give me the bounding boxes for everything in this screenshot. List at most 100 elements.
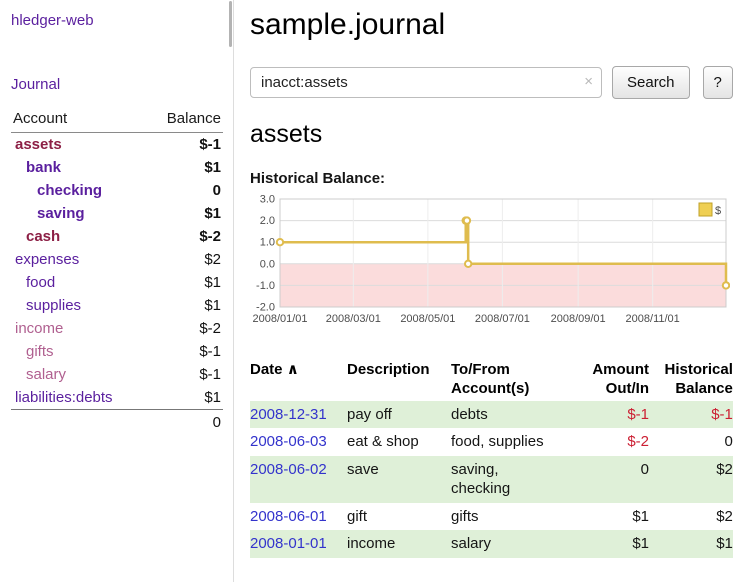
- register-table: Date ∧ Description To/From Account(s) Am…: [250, 359, 733, 558]
- search-field-wrapper: ×: [250, 67, 602, 98]
- account-link[interactable]: saving: [37, 205, 85, 222]
- register-amount-cell: $1: [563, 503, 649, 531]
- clear-search-icon[interactable]: ×: [584, 74, 593, 89]
- accounts-header-account: Account: [11, 108, 147, 133]
- search-form: × Search ?: [250, 66, 733, 99]
- account-name-cell: bank: [11, 156, 147, 179]
- account-link[interactable]: checking: [37, 182, 102, 199]
- account-row: cash $-2: [11, 225, 223, 248]
- register-date-cell: 2008-12-31: [250, 401, 347, 429]
- date-header-label: Date: [250, 361, 283, 378]
- account-balance: 0: [147, 179, 223, 202]
- accounts-table: Account Balance assets$-1bank$1checking0…: [11, 108, 223, 434]
- account-link[interactable]: food: [26, 274, 55, 291]
- account-balance: $-1: [147, 363, 223, 386]
- account-name-cell: salary: [11, 363, 147, 386]
- register-description-cell: gift: [347, 503, 451, 531]
- accounts-total-balance: 0: [147, 410, 223, 435]
- register-description-cell: income: [347, 530, 451, 558]
- search-button[interactable]: Search: [612, 66, 690, 99]
- account-row: checking 0: [11, 179, 223, 202]
- svg-text:0.0: 0.0: [260, 258, 275, 270]
- historical-balance-chart[interactable]: 3.02.01.00.0-1.0-2.02008/01/012008/03/01…: [250, 193, 733, 345]
- hledger-web-app: hledger-web Journal Account Balance asse…: [0, 0, 742, 582]
- account-name-cell: assets: [11, 133, 147, 157]
- account-link[interactable]: liabilities:debts: [15, 389, 113, 406]
- svg-text:2.0: 2.0: [260, 215, 275, 227]
- register-row[interactable]: 2008-01-01incomesalary$1$1: [250, 530, 733, 558]
- account-balance: $1: [147, 386, 223, 410]
- svg-text:2008/05/01: 2008/05/01: [400, 313, 455, 325]
- svg-text:-2.0: -2.0: [256, 302, 275, 314]
- register-description-cell: eat & shop: [347, 428, 451, 456]
- date-link[interactable]: 2008-06-02: [250, 461, 327, 478]
- accounts-total-row: 0: [11, 410, 223, 435]
- account-balance: $1: [147, 156, 223, 179]
- account-balance: $-2: [147, 225, 223, 248]
- main-content: sample.journal × Search ? assets Histori…: [234, 0, 742, 582]
- register-row[interactable]: 2008-06-02savesaving, checking0$2: [250, 456, 733, 503]
- sort-ascending-icon: ∧: [287, 361, 299, 378]
- register-row[interactable]: 2008-06-01giftgifts$1$2: [250, 503, 733, 531]
- register-header-date[interactable]: Date ∧: [250, 359, 347, 401]
- date-link[interactable]: 2008-06-01: [250, 508, 327, 525]
- svg-text:2008/11/01: 2008/11/01: [626, 313, 680, 325]
- app-title-link[interactable]: hledger-web: [11, 12, 223, 29]
- date-link[interactable]: 2008-01-01: [250, 535, 327, 552]
- chart-title: Historical Balance:: [250, 170, 733, 187]
- date-link[interactable]: 2008-12-31: [250, 406, 327, 423]
- chart-canvas[interactable]: 3.02.01.00.0-1.0-2.02008/01/012008/03/01…: [250, 193, 730, 341]
- account-link[interactable]: salary: [26, 366, 66, 383]
- register-header-amount: Amount Out/In: [563, 359, 649, 401]
- amount-header-line2: Out/In: [563, 380, 649, 399]
- register-row[interactable]: 2008-06-03eat & shopfood, supplies$-20: [250, 428, 733, 456]
- account-link[interactable]: assets: [15, 136, 62, 153]
- sidebar-scrollbar-thumb[interactable]: [229, 1, 232, 47]
- register-date-cell: 2008-06-02: [250, 456, 347, 503]
- account-name-cell: checking: [11, 179, 147, 202]
- register-accounts-cell: salary: [451, 530, 563, 558]
- account-row: assets$-1: [11, 133, 223, 157]
- account-link[interactable]: supplies: [26, 297, 81, 314]
- balance-header-line1: Historical: [649, 361, 733, 380]
- account-row: saving $1: [11, 202, 223, 225]
- account-name-cell: food: [11, 271, 147, 294]
- svg-text:1.0: 1.0: [260, 237, 275, 249]
- account-balance: $1: [147, 271, 223, 294]
- register-row[interactable]: 2008-12-31pay offdebts$-1$-1: [250, 401, 733, 429]
- page-title: sample.journal: [250, 8, 733, 42]
- search-input[interactable]: [250, 67, 602, 98]
- account-header-line1: To/From: [451, 361, 555, 380]
- register-balance-cell: 0: [649, 428, 733, 456]
- account-link[interactable]: expenses: [15, 251, 79, 268]
- account-balance: $2: [147, 248, 223, 271]
- register-header-row: Date ∧ Description To/From Account(s) Am…: [250, 359, 733, 401]
- account-balance: $1: [147, 202, 223, 225]
- account-link[interactable]: gifts: [26, 343, 54, 360]
- balance-header-line2: Balance: [649, 380, 733, 399]
- svg-text:2008/01/01: 2008/01/01: [252, 313, 307, 325]
- accounts-header-balance: Balance: [147, 108, 223, 133]
- date-link[interactable]: 2008-06-03: [250, 433, 327, 450]
- account-link[interactable]: bank: [26, 159, 61, 176]
- svg-text:-1.0: -1.0: [256, 280, 275, 292]
- sidebar: hledger-web Journal Account Balance asse…: [0, 0, 234, 582]
- accounts-header-row: Account Balance: [11, 108, 223, 133]
- account-balance: $-1: [147, 340, 223, 363]
- account-row: gifts $-1: [11, 340, 223, 363]
- account-name-cell: gifts: [11, 340, 147, 363]
- register-header-account: To/From Account(s): [451, 359, 563, 401]
- account-row: bank $1: [11, 156, 223, 179]
- journal-link[interactable]: Journal: [11, 76, 223, 93]
- svg-text:2008/09/01: 2008/09/01: [551, 313, 606, 325]
- account-row: expenses $2: [11, 248, 223, 271]
- svg-text:2008/03/01: 2008/03/01: [326, 313, 381, 325]
- help-button[interactable]: ?: [703, 66, 733, 99]
- register-amount-cell: $-2: [563, 428, 649, 456]
- account-name-cell: expenses: [11, 248, 147, 271]
- account-name-cell: cash: [11, 225, 147, 248]
- accounts-total-spacer: [11, 410, 147, 435]
- account-link[interactable]: cash: [26, 228, 60, 245]
- account-link[interactable]: income: [15, 320, 63, 337]
- register-balance-cell: $2: [649, 456, 733, 503]
